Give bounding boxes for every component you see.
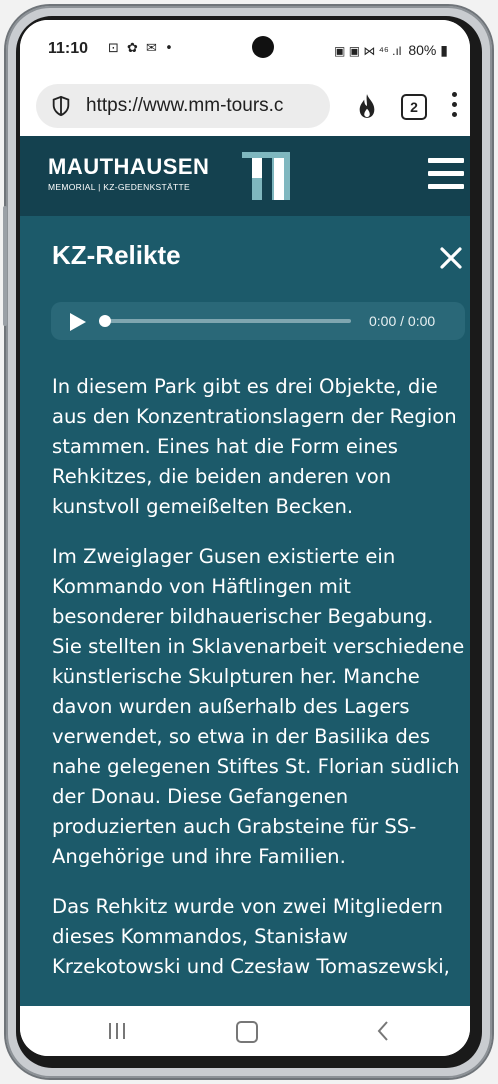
play-icon[interactable] (69, 313, 87, 331)
paragraph: Das Rehkitz wurde von zwei Mitgliedern d… (52, 895, 450, 978)
url-text[interactable]: https://www.mm-tours.c (86, 95, 283, 117)
audio-seek-bar[interactable] (103, 319, 351, 323)
hamburger-menu-icon[interactable] (428, 158, 464, 190)
home-icon[interactable] (236, 1021, 258, 1043)
browser-toolbar: https://www.mm-tours.c 2 (20, 76, 470, 136)
flame-icon[interactable] (356, 92, 378, 120)
logo-title[interactable]: MAUTHAUSEN (48, 154, 209, 180)
back-icon[interactable] (376, 1020, 390, 1042)
url-bar[interactable]: https://www.mm-tours.c (36, 84, 330, 128)
panel-text: In diesem Park gibt es drei Objekte, die… (52, 372, 467, 1002)
battery-icon: ▮ (440, 42, 448, 58)
signal-wifi-icons: ▣ ▣ ⋈ ⁴⁶ .ıl (334, 44, 402, 58)
tab-switcher-button[interactable]: 2 (401, 94, 427, 120)
shield-icon[interactable] (50, 95, 72, 117)
site-header: MAUTHAUSEN MEMORIAL | KZ-GEDENKSTÄTTE (20, 136, 470, 216)
notification-icons: ⊡ ✿ ✉ • (108, 41, 175, 56)
paragraph: In diesem Park gibt es drei Objekte, die… (52, 375, 457, 518)
phone-side-button (3, 206, 7, 326)
content-panel: KZ-Relikte 0:00 / 0:00 In diesem Park gi… (20, 216, 470, 1006)
recent-apps-icon[interactable] (106, 1021, 128, 1041)
phone-screen: 11:10 ⊡ ✿ ✉ • ▣ ▣ ⋈ ⁴⁶ .ıl 80% ▮ https:/… (20, 20, 470, 1056)
status-right-area: ▣ ▣ ⋈ ⁴⁶ .ıl 80% ▮ (334, 42, 448, 59)
close-icon[interactable] (439, 246, 463, 270)
status-bar: 11:10 ⊡ ✿ ✉ • ▣ ▣ ⋈ ⁴⁶ .ıl 80% ▮ (20, 20, 470, 76)
browser-menu-icon[interactable] (452, 92, 458, 118)
panel-title: KZ-Relikte (52, 240, 181, 270)
paragraph: Im Zweiglager Gusen existierte ein Komma… (52, 545, 465, 868)
audio-seek-thumb[interactable] (99, 315, 111, 327)
battery-percent: 80% (408, 42, 437, 58)
front-camera (252, 36, 274, 58)
logo-mark-icon[interactable] (242, 152, 290, 200)
audio-time: 0:00 / 0:00 (369, 313, 436, 329)
phone-frame: 11:10 ⊡ ✿ ✉ • ▣ ▣ ⋈ ⁴⁶ .ıl 80% ▮ https:/… (3, 6, 492, 1078)
status-time: 11:10 (48, 40, 89, 57)
logo-subtitle: MEMORIAL | KZ-GEDENKSTÄTTE (48, 182, 190, 192)
audio-player: 0:00 / 0:00 (51, 302, 465, 340)
system-nav-bar (20, 1006, 470, 1056)
